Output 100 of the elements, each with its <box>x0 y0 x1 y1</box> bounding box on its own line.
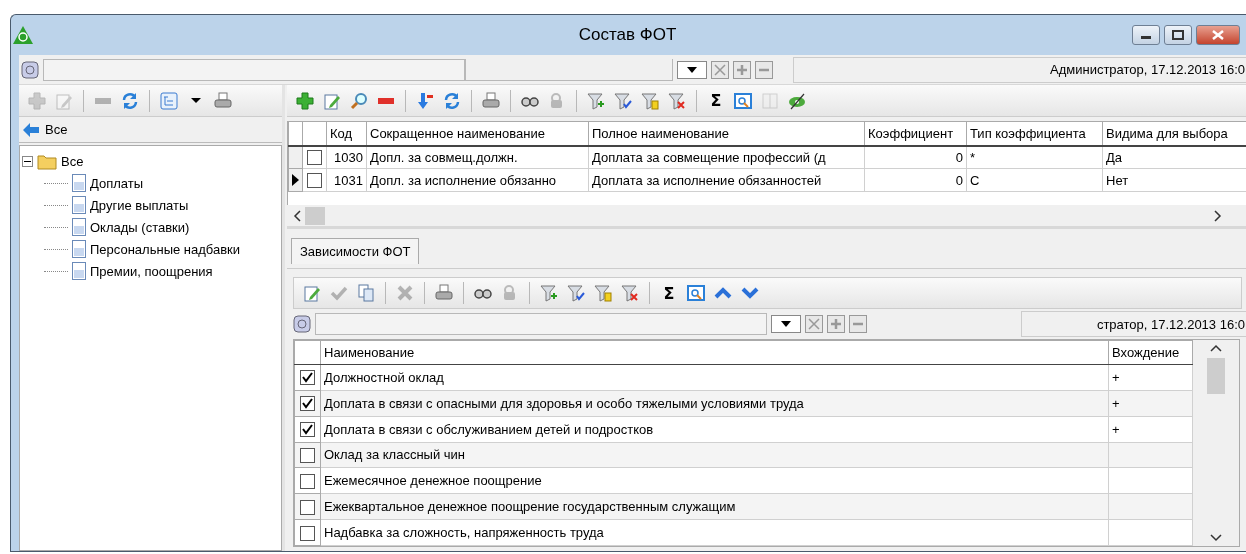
plus-icon <box>296 91 314 110</box>
remove-button[interactable] <box>849 315 867 333</box>
scrollbar-thumb[interactable] <box>305 206 325 225</box>
tree-item[interactable]: Персональные надбавки <box>90 241 241 257</box>
filter-icon <box>668 91 686 110</box>
chevron-right-icon <box>1214 209 1222 222</box>
arrow-down-icon <box>416 91 434 110</box>
filter-icon <box>641 91 659 110</box>
tree-item[interactable]: Премии, поощрения <box>90 263 213 279</box>
column-header[interactable]: Код <box>326 121 367 146</box>
document-icon <box>72 218 86 236</box>
close-icon <box>808 318 820 330</box>
text-field[interactable] <box>43 58 465 81</box>
window-title: Состав ФОТ <box>577 25 678 45</box>
filter-icon <box>587 91 605 110</box>
checkbox[interactable] <box>307 173 322 189</box>
column-header[interactable]: Наименование <box>320 340 1109 365</box>
filter-icon <box>614 91 632 110</box>
table-cell: Доплата в связи с обслуживанием детей и подростков <box>320 416 1109 443</box>
preview-icon <box>734 91 752 110</box>
app-logo-icon <box>13 26 33 44</box>
minus-icon <box>378 97 394 104</box>
filter-icon <box>621 284 639 302</box>
edit-icon <box>303 284 321 302</box>
chevron-up-icon <box>1210 344 1222 352</box>
column-header[interactable]: Видима для выбора <box>1102 121 1246 146</box>
document-icon <box>72 174 86 192</box>
refresh-icon <box>121 91 139 110</box>
edit-icon <box>323 91 341 110</box>
chevron-down-icon <box>1210 534 1222 542</box>
maximize-button[interactable] <box>1164 25 1192 45</box>
text-field[interactable] <box>465 58 673 81</box>
table-cell: Доплата за исполнение обязанностей <box>588 168 865 192</box>
filter-icon <box>540 284 558 302</box>
minimize-button[interactable] <box>1132 25 1160 45</box>
folder-icon <box>37 152 57 170</box>
caret-icon <box>781 321 791 327</box>
column-header[interactable]: Коэффициент <box>864 121 967 146</box>
current-row-marker-icon <box>292 174 299 186</box>
eye-crossed-icon <box>788 91 806 110</box>
clear-button[interactable] <box>805 315 823 333</box>
refresh-icon <box>443 91 461 110</box>
printer-icon <box>214 91 232 110</box>
table-cell: Допл. за совмещ.должн. <box>366 145 589 169</box>
tab[interactable]: Зависимости ФОТ <box>291 238 420 264</box>
table-cell: + <box>1108 390 1193 417</box>
column-header[interactable]: Полное наименование <box>588 121 865 146</box>
table-cell: Допл. за исполнение обязанно <box>366 168 589 192</box>
column-header[interactable]: Сокращенное наименование <box>366 121 589 146</box>
table-cell: Доплата за совмещение профессий (д <box>588 145 865 169</box>
document-icon <box>72 196 86 214</box>
copy-icon <box>357 284 375 302</box>
search-icon <box>350 91 368 110</box>
table-cell: Ежеквартальное денежное поощрение государственным служащим <box>320 493 1109 520</box>
user-status: Администратор, 17.12.2013 16:0 <box>793 56 1246 83</box>
checkbox[interactable] <box>300 473 315 489</box>
text-field[interactable] <box>315 313 767 335</box>
checkbox[interactable] <box>300 448 315 463</box>
table-cell: 1030 <box>326 145 367 169</box>
filter-icon <box>567 284 585 302</box>
close-button[interactable] <box>1196 25 1240 45</box>
checkbox[interactable] <box>300 396 315 412</box>
tree-item[interactable]: Все <box>61 153 84 169</box>
tree-item[interactable]: Доплаты <box>90 175 144 191</box>
checkbox[interactable] <box>300 370 315 386</box>
checkbox[interactable] <box>300 499 315 515</box>
clear-button[interactable] <box>711 60 729 79</box>
tree-item[interactable]: Другие выплаты <box>90 197 189 213</box>
remove-button[interactable] <box>755 60 773 79</box>
table-cell: 0 <box>864 168 967 192</box>
collapse-toggle[interactable] <box>22 155 33 167</box>
plus-icon <box>28 91 46 110</box>
row-header[interactable] <box>288 145 303 169</box>
scrollbar-thumb[interactable] <box>1207 358 1225 394</box>
caret-icon <box>191 98 201 103</box>
checkbox[interactable] <box>300 422 315 438</box>
edit-icon <box>55 91 73 110</box>
maximize-icon <box>1172 30 1184 40</box>
checkbox[interactable] <box>300 525 315 541</box>
close-icon <box>1212 30 1224 40</box>
tree-item[interactable]: Оклады (ставки) <box>90 219 190 235</box>
table-cell: Ежемесячное денежное поощрение <box>320 467 1109 494</box>
table-cell: С <box>966 168 1103 192</box>
checkbox[interactable] <box>307 150 322 166</box>
horizontal-scrollbar[interactable] <box>287 205 1246 229</box>
dropdown-field[interactable] <box>771 315 801 333</box>
arrow-left-icon <box>23 122 39 137</box>
sum-button[interactable]: Σ <box>704 88 728 113</box>
dropdown-field[interactable] <box>677 60 707 79</box>
columns-icon <box>761 91 779 110</box>
row-header[interactable] <box>288 168 303 192</box>
table-cell: + <box>1108 416 1193 443</box>
table-cell: Должностной оклад <box>320 364 1109 391</box>
column-header[interactable]: Вхождение <box>1108 340 1193 365</box>
tree-view-icon <box>160 91 178 110</box>
table-cell: Оклад за классный чин <box>320 442 1109 468</box>
add-button[interactable] <box>827 315 845 333</box>
sum-button[interactable]: Σ <box>657 281 681 305</box>
column-header[interactable]: Тип коэффициента <box>966 121 1103 146</box>
add-button[interactable] <box>733 60 751 79</box>
